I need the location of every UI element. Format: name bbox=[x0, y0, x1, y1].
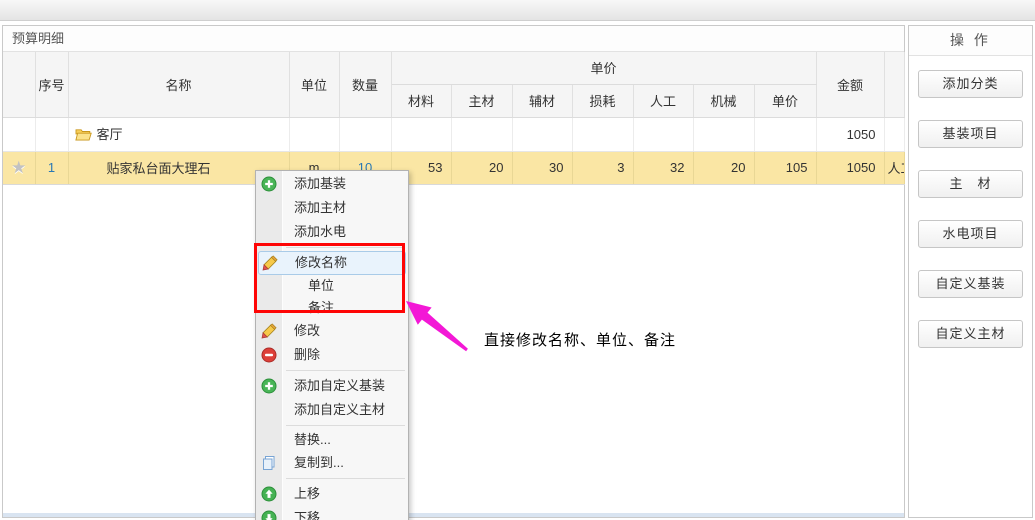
annotation-highlight-box bbox=[254, 243, 405, 313]
menu-item-delete[interactable]: 删除 bbox=[256, 343, 408, 367]
menu-item-copy-to[interactable]: 复制到... bbox=[256, 451, 408, 475]
category-name: 客厅 bbox=[97, 127, 123, 142]
actions-panel: 操 作 添加分类 基装项目 主 材 水电项目 自定义基装 自定义主材 bbox=[908, 25, 1033, 518]
menu-separator bbox=[286, 478, 405, 479]
budget-detail-panel: 预算明细 序号 名称 单位 数量 单价 金额 材料 主材 bbox=[2, 25, 905, 518]
category-amount: 1050 bbox=[816, 117, 884, 151]
item-note-clipped: 人工 bbox=[884, 151, 904, 184]
item-amount: 1050 bbox=[816, 151, 884, 184]
column-header-aux-material[interactable]: 辅材 bbox=[512, 84, 572, 117]
column-header-price-group: 单价 bbox=[391, 52, 816, 84]
menu-item-replace[interactable]: 替换... bbox=[256, 429, 408, 451]
menu-item-add-main[interactable]: 添加主材 bbox=[256, 196, 408, 220]
copy-icon bbox=[261, 455, 277, 471]
category-row[interactable]: 客厅 1050 bbox=[3, 117, 904, 151]
column-header-seq[interactable]: 序号 bbox=[35, 52, 68, 117]
custom-main-material-button[interactable]: 自定义主材 bbox=[918, 320, 1023, 348]
actions-panel-title: 操 作 bbox=[909, 26, 1032, 56]
context-menu: 添加基装 添加主材 添加水电 修改名称 单位 备注 修改 删除 bbox=[255, 170, 409, 520]
menu-item-modify[interactable]: 修改 bbox=[256, 319, 408, 343]
column-header-unit-price[interactable]: 单价 bbox=[754, 84, 816, 117]
item-main-material: 20 bbox=[451, 151, 512, 184]
panel-title: 预算明细 bbox=[3, 26, 904, 52]
add-icon bbox=[261, 378, 277, 394]
item-machine: 20 bbox=[693, 151, 754, 184]
favorite-star-icon[interactable]: ★ bbox=[3, 151, 35, 184]
menu-item-move-up[interactable]: 上移 bbox=[256, 482, 408, 506]
menu-separator bbox=[286, 425, 405, 426]
item-aux-material: 30 bbox=[512, 151, 572, 184]
menu-item-add-custom-base[interactable]: 添加自定义基装 bbox=[256, 374, 408, 398]
main-material-button[interactable]: 主 材 bbox=[918, 170, 1023, 198]
menu-item-add-plumbing[interactable]: 添加水电 bbox=[256, 220, 408, 244]
item-row-selected[interactable]: ★ 1 贴家私台面大理石 m 10 53 20 30 3 32 20 105 1… bbox=[3, 151, 904, 184]
column-header-unit[interactable]: 单位 bbox=[289, 52, 339, 117]
column-header-labor[interactable]: 人工 bbox=[633, 84, 693, 117]
column-header-star[interactable] bbox=[3, 52, 35, 117]
app-window: 预算明细 序号 名称 单位 数量 单价 金额 材料 主材 bbox=[0, 0, 1035, 520]
plumbing-project-button[interactable]: 水电项目 bbox=[918, 220, 1023, 248]
custom-base-button[interactable]: 自定义基装 bbox=[918, 270, 1023, 298]
add-icon bbox=[261, 176, 277, 192]
column-header-main-material[interactable]: 主材 bbox=[451, 84, 512, 117]
column-header-clipped bbox=[884, 52, 904, 117]
horizontal-scrollbar[interactable] bbox=[3, 513, 904, 517]
column-header-qty[interactable]: 数量 bbox=[339, 52, 391, 117]
budget-grid: 序号 名称 单位 数量 单价 金额 材料 主材 辅材 损耗 人工 机械 单价 bbox=[3, 52, 905, 185]
add-category-button[interactable]: 添加分类 bbox=[918, 70, 1023, 98]
column-header-amount[interactable]: 金额 bbox=[816, 52, 884, 117]
menu-separator bbox=[286, 370, 405, 371]
item-loss: 3 bbox=[572, 151, 633, 184]
delete-icon bbox=[261, 347, 277, 363]
column-header-name[interactable]: 名称 bbox=[68, 52, 289, 117]
item-seq: 1 bbox=[35, 151, 68, 184]
menu-item-add-base[interactable]: 添加基装 bbox=[256, 172, 408, 196]
move-up-icon bbox=[261, 486, 277, 502]
folder-icon bbox=[75, 128, 92, 141]
item-unit-price: 105 bbox=[754, 151, 816, 184]
pencil-icon bbox=[261, 323, 277, 339]
menu-item-add-custom-main[interactable]: 添加自定义主材 bbox=[256, 398, 408, 422]
window-title-bar bbox=[0, 0, 1035, 21]
move-down-icon bbox=[261, 510, 277, 520]
item-labor: 32 bbox=[633, 151, 693, 184]
column-header-machine[interactable]: 机械 bbox=[693, 84, 754, 117]
column-header-material[interactable]: 材料 bbox=[391, 84, 451, 117]
base-project-button[interactable]: 基装项目 bbox=[918, 120, 1023, 148]
menu-item-move-down[interactable]: 下移 bbox=[256, 506, 408, 520]
column-header-loss[interactable]: 损耗 bbox=[572, 84, 633, 117]
annotation-text: 直接修改名称、单位、备注 bbox=[484, 329, 676, 350]
